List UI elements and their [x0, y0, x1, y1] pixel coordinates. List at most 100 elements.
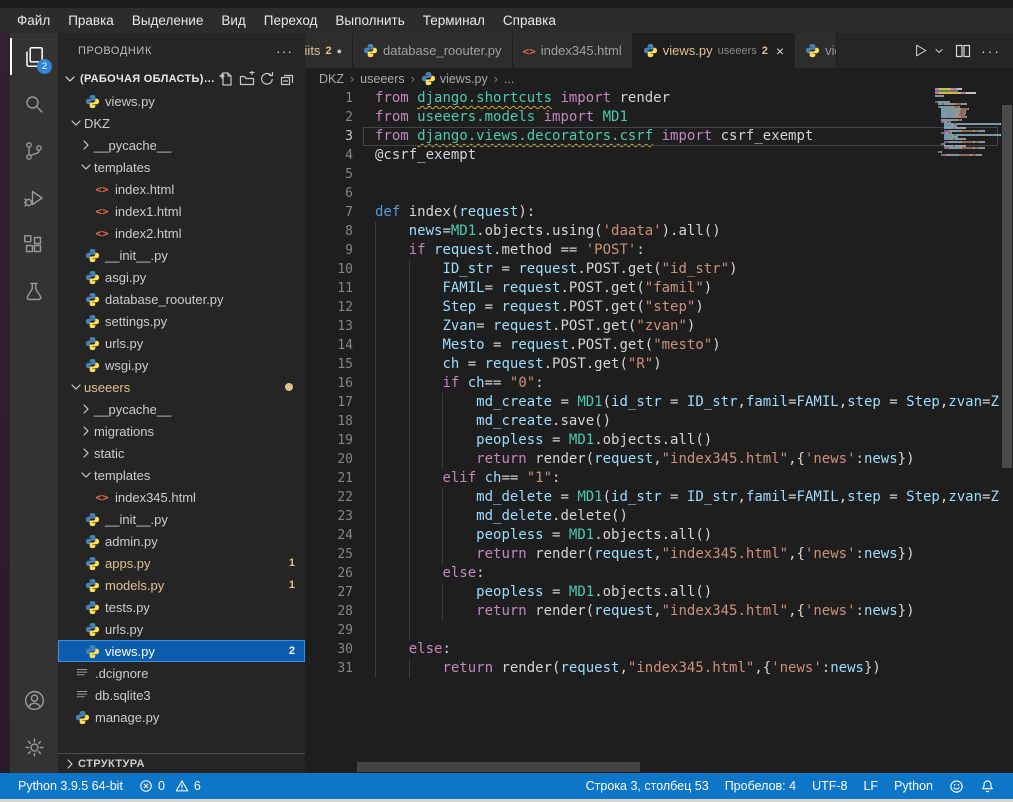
code-line[interactable]: 6 — [305, 184, 1000, 203]
code-line[interactable]: 11FAMIL= request.POST.get("famil") — [305, 279, 1000, 298]
tree-item[interactable]: admin.py — [58, 530, 305, 552]
split-editor-button[interactable] — [955, 43, 971, 59]
tab[interactable]: views.pyuseeers2× — [633, 33, 795, 68]
code-line[interactable]: 1from django.shortcuts import render — [305, 89, 1000, 108]
tree-item[interactable]: settings.py — [58, 310, 305, 332]
status-cursor-position[interactable]: Строка 3, столбец 53 — [578, 773, 717, 799]
tree-item[interactable]: urls.py — [58, 332, 305, 354]
tree-item[interactable]: <>index345.html — [58, 486, 305, 508]
code-line[interactable]: 18md_create.save() — [305, 412, 1000, 431]
status-python-version[interactable]: Python 3.9.5 64-bit — [10, 773, 131, 799]
code-line[interactable]: 3from django.views.decorators.csrf impor… — [305, 127, 1000, 146]
tree-item[interactable]: database_roouter.py — [58, 288, 305, 310]
tree-item[interactable]: __init__.py — [58, 244, 305, 266]
tree-item[interactable]: <>index1.html — [58, 200, 305, 222]
tree-item[interactable]: urls.py — [58, 618, 305, 640]
code-line[interactable]: 25return render(request,"index345.html",… — [305, 545, 1000, 564]
tree-item[interactable]: views.py2 — [58, 640, 305, 662]
menu-item[interactable]: Переход — [255, 8, 327, 33]
activity-run-and-debug-button[interactable] — [10, 174, 58, 221]
code-line[interactable]: 19peopless = MD1.objects.all() — [305, 431, 1000, 450]
code-line[interactable]: 16if ch== "0": — [305, 374, 1000, 393]
status-problems[interactable]: 06 — [131, 773, 209, 799]
tree-item[interactable]: db.sqlite3 — [58, 684, 305, 706]
status-indentation[interactable]: Пробелов: 4 — [717, 773, 804, 799]
code-line[interactable]: 30else: — [305, 640, 1000, 659]
code-line[interactable]: 28return render(request,"index345.html",… — [305, 602, 1000, 621]
code-line[interactable]: 17md_create = MD1(id_str = ID_str,famil=… — [305, 393, 1000, 412]
run-button[interactable] — [912, 42, 929, 59]
breadcrumb-item[interactable]: DKZ — [319, 72, 344, 86]
tree-item[interactable]: .dcignore — [58, 662, 305, 684]
code-editor[interactable]: 1from django.shortcuts import render2fro… — [305, 89, 1000, 773]
tree-item[interactable]: __pycache__ — [58, 398, 305, 420]
tree-item[interactable]: static — [58, 442, 305, 464]
code-line[interactable]: 27peopless = MD1.objects.all() — [305, 583, 1000, 602]
breadcrumb-item[interactable]: useeers — [360, 72, 404, 86]
code-line[interactable]: 2from useeers.models import MD1 — [305, 108, 1000, 127]
tree-item[interactable]: migrations — [58, 420, 305, 442]
collapse-all-button[interactable] — [277, 69, 297, 89]
menu-item[interactable]: Вид — [212, 8, 254, 33]
activity-testing-button[interactable] — [10, 268, 58, 315]
code-line[interactable]: 7def index(request): — [305, 203, 1000, 222]
tab[interactable]: <>index345.html — [513, 33, 633, 68]
tab[interactable]: vie — [795, 33, 837, 68]
horizontal-scrollbar[interactable] — [305, 762, 1000, 772]
vertical-scrollbar[interactable] — [1001, 88, 1013, 773]
code-line[interactable]: 14Mesto = request.POST.get("mesto") — [305, 336, 1000, 355]
menu-item[interactable]: Справка — [494, 8, 565, 33]
menu-item[interactable]: Выделение — [123, 8, 213, 33]
new-folder-button[interactable] — [237, 69, 257, 89]
more-actions-button[interactable]: ··· — [981, 43, 1001, 59]
status-eol[interactable]: LF — [855, 773, 886, 799]
code-line[interactable]: 4@csrf_exempt — [305, 146, 1000, 165]
activity-extensions-button[interactable] — [10, 221, 58, 268]
tree-item[interactable]: DKZ — [58, 112, 305, 134]
minimap[interactable] — [935, 88, 1001, 208]
tab-close-icon[interactable]: × — [776, 43, 784, 59]
activity-accounts-button[interactable] — [10, 677, 58, 724]
status-encoding[interactable]: UTF-8 — [804, 773, 855, 799]
menu-item[interactable]: Выполнить — [326, 8, 413, 33]
code-line[interactable]: 31return render(request,"index345.html",… — [305, 659, 1000, 678]
sidebar-more-actions-button[interactable]: ··· — [276, 43, 293, 59]
tree-item[interactable]: useeers — [58, 376, 305, 398]
code-line[interactable]: 24peopless = MD1.objects.all() — [305, 526, 1000, 545]
breadcrumb[interactable]: DKZ›useeers›views.py›... — [305, 68, 1013, 89]
tree-item[interactable]: <>index2.html — [58, 222, 305, 244]
breadcrumb-item[interactable]: views.py — [421, 71, 488, 86]
breadcrumb-item[interactable]: ... — [504, 72, 514, 86]
menu-item[interactable]: Файл — [8, 8, 59, 33]
tree-item[interactable]: tests.py — [58, 596, 305, 618]
code-line[interactable]: 8news=MD1.objects.using('daata').all() — [305, 222, 1000, 241]
tree-item[interactable]: __init__.py — [58, 508, 305, 530]
code-line[interactable]: 29 — [305, 621, 1000, 640]
code-line[interactable]: 13Zvan= request.POST.get("zvan") — [305, 317, 1000, 336]
run-dropdown-button[interactable] — [933, 45, 945, 57]
tab[interactable]: database_roouter.py — [353, 33, 513, 68]
outline-section-header[interactable]: СТРУКТУРА — [58, 753, 305, 773]
tree-item[interactable]: wsgi.py — [58, 354, 305, 376]
menu-item[interactable]: Правка — [59, 8, 123, 33]
status-feedback[interactable] — [941, 773, 972, 799]
code-line[interactable]: 26else: — [305, 564, 1000, 583]
code-line[interactable]: 20return render(request,"index345.html",… — [305, 450, 1000, 469]
code-line[interactable]: 9if request.method == 'POST': — [305, 241, 1000, 260]
tab[interactable]: diiits2● — [305, 33, 353, 68]
tree-item[interactable]: templates — [58, 464, 305, 486]
tree-item[interactable]: manage.py — [58, 706, 305, 728]
menu-item[interactable]: Терминал — [414, 8, 494, 33]
tree-item[interactable]: templates — [58, 156, 305, 178]
tree-item[interactable]: models.py1 — [58, 574, 305, 596]
activity-explorer-button[interactable]: 2 — [10, 33, 58, 80]
activity-search-button[interactable] — [10, 80, 58, 127]
tree-item[interactable]: asgi.py — [58, 266, 305, 288]
code-line[interactable]: 10ID_str = request.POST.get("id_str") — [305, 260, 1000, 279]
new-file-button[interactable] — [217, 69, 237, 89]
code-line[interactable]: 21elif ch== "1": — [305, 469, 1000, 488]
tree-item[interactable]: views.py — [58, 90, 305, 112]
code-line[interactable]: 5 — [305, 165, 1000, 184]
refresh-button[interactable] — [257, 69, 277, 89]
status-language-mode[interactable]: Python — [886, 773, 941, 799]
